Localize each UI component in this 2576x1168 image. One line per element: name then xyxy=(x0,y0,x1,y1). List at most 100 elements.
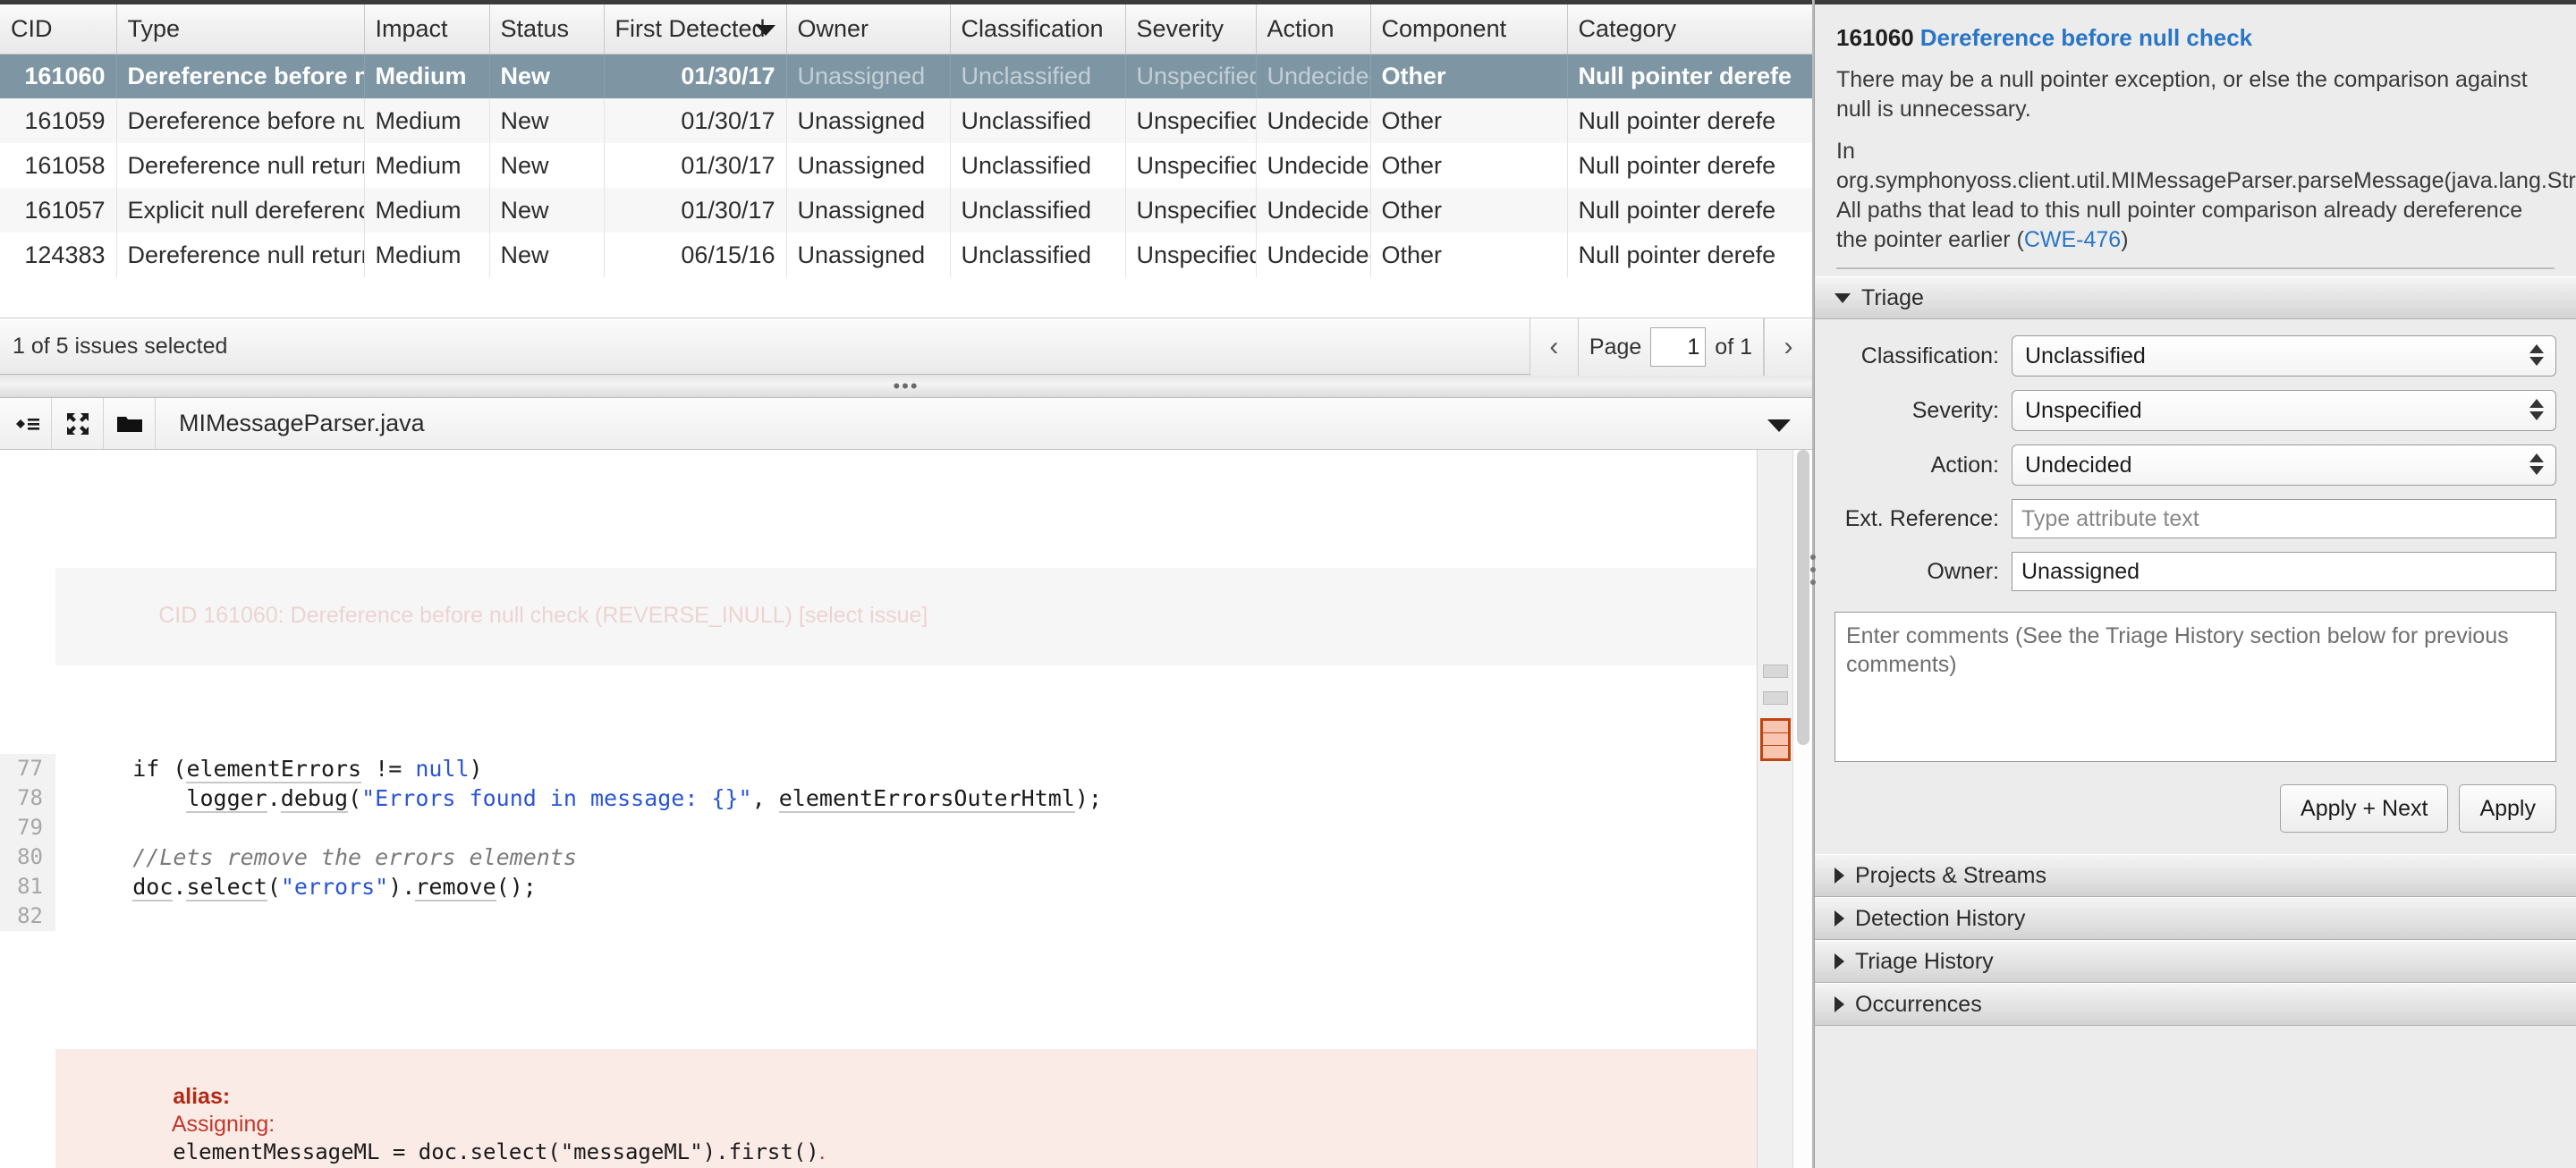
table-row[interactable]: 161060 Dereference before null Medium Ne… xyxy=(0,54,1812,98)
source-code-viewer[interactable]: CID 161060: Dereference before null chec… xyxy=(0,450,1812,1168)
field-control[interactable]: Unclassified xyxy=(2012,335,2556,377)
cell-status: New xyxy=(489,233,605,277)
section-label: Projects & Streams xyxy=(1855,862,2046,888)
panel-filler xyxy=(1815,1026,2576,1168)
cell-category: Null pointer derefe xyxy=(1567,143,1812,188)
splitter-grip-icon: ••• xyxy=(893,374,919,397)
line-number: 79 xyxy=(0,813,55,842)
apply-button[interactable]: Apply xyxy=(2459,784,2556,833)
table-row[interactable]: 161058 Dereference null return Medium Ne… xyxy=(0,143,1812,188)
section-header-projects-streams[interactable]: Projects & Streams xyxy=(1815,854,2576,897)
comments-textarea[interactable] xyxy=(1835,612,2556,762)
issues-table-container[interactable]: CID Type Impact Status First Detected Ow… xyxy=(0,4,1812,317)
field-control[interactable] xyxy=(2012,499,2556,538)
minimap-defect-marker-group[interactable] xyxy=(1760,718,1791,761)
pane-splitter[interactable]: ••• xyxy=(0,375,1812,398)
table-row[interactable]: 161059 Dereference before null Medium Ne… xyxy=(0,98,1812,143)
cell-type: Explicit null dereference xyxy=(116,188,365,233)
grip-dot-icon xyxy=(1810,567,1816,572)
cell-action: Undecided xyxy=(1256,143,1371,188)
event-tag: alias: xyxy=(173,1084,231,1109)
show-events-button[interactable] xyxy=(0,398,52,449)
field-control[interactable]: Undecided xyxy=(2012,444,2556,486)
column-header-label: Category xyxy=(1578,14,1677,42)
issues-table[interactable]: CID Type Impact Status First Detected Ow… xyxy=(0,4,1812,277)
section-header-triage-history[interactable]: Triage History xyxy=(1815,940,2576,983)
apply-next-button[interactable]: Apply + Next xyxy=(2280,784,2449,833)
column-header-status[interactable]: Status xyxy=(489,4,605,55)
cell-classification: Unclassified xyxy=(950,143,1126,188)
expand-editor-button[interactable] xyxy=(52,398,104,449)
defect-description-primary: There may be a null pointer exception, o… xyxy=(1836,67,2528,122)
code-scroll-region[interactable]: CID 161060: Dereference before null chec… xyxy=(0,450,1757,1168)
column-header-cid[interactable]: CID xyxy=(0,4,117,55)
column-header-owner[interactable]: Owner xyxy=(786,4,951,55)
cell-action: Undecided xyxy=(1256,98,1371,143)
field-control[interactable] xyxy=(2012,552,2556,591)
minimap-marker[interactable] xyxy=(1763,691,1788,705)
table-row[interactable]: 161057 Explicit null dereference Medium … xyxy=(0,188,1812,233)
section-label: Triage xyxy=(1861,284,1924,310)
owner-input[interactable] xyxy=(2012,552,2556,591)
next-page-button[interactable]: › xyxy=(1764,318,1812,376)
cell-impact: Medium xyxy=(364,188,490,233)
cell-cid: 161057 xyxy=(0,188,117,233)
column-header-action[interactable]: Action xyxy=(1256,4,1371,55)
field-control[interactable]: Unspecified xyxy=(2012,390,2556,431)
cell-severity: Unspecified xyxy=(1125,98,1257,143)
arrow-up-icon xyxy=(2529,399,2544,408)
code-minimap[interactable] xyxy=(1757,450,1792,1168)
scrollbar-thumb[interactable] xyxy=(1797,450,1809,745)
column-header-type[interactable]: Type xyxy=(116,4,365,55)
column-header-classification[interactable]: Classification xyxy=(950,4,1126,55)
classification-select[interactable]: Unclassified xyxy=(2012,335,2556,377)
column-header-label: Owner xyxy=(797,14,869,42)
line-number: 77 xyxy=(0,754,55,783)
cell-severity: Unspecified xyxy=(1125,233,1257,277)
defect-checker-name[interactable]: Dereference before null check xyxy=(1920,24,2252,51)
table-row[interactable]: 124383 Dereference null return Medium Ne… xyxy=(0,233,1812,277)
code-line: 79 xyxy=(0,813,1757,842)
code-line-text[interactable]: doc.select("errors").remove(); xyxy=(55,872,1757,901)
selection-count-label: 1 of 5 issues selected xyxy=(13,333,228,359)
column-header-first-detected[interactable]: First Detected xyxy=(604,4,787,55)
cell-component: Other xyxy=(1370,143,1568,188)
field-label: Owner: xyxy=(1927,558,1999,584)
action-value: Undecided xyxy=(2025,452,2132,478)
column-header-category[interactable]: Category xyxy=(1567,4,1812,55)
column-header-impact[interactable]: Impact xyxy=(364,4,490,55)
column-header-label: CID xyxy=(11,14,53,42)
cwe-link[interactable]: CWE-476 xyxy=(2024,227,2121,252)
classification-value: Unclassified xyxy=(2025,343,2146,368)
action-select[interactable]: Undecided xyxy=(2012,444,2556,486)
pagination-controls[interactable]: ‹ Page of 1 › xyxy=(1529,318,1812,376)
cell-action: Undecided xyxy=(1256,233,1371,277)
column-header-label: Classification xyxy=(961,14,1104,42)
editor-menu-chevron-down-icon[interactable] xyxy=(1767,419,1791,432)
section-header-triage[interactable]: Triage xyxy=(1815,276,2576,319)
previous-page-button[interactable]: ‹ xyxy=(1529,318,1578,376)
panel-resize-handle[interactable] xyxy=(1810,554,1818,585)
section-header-occurrences[interactable]: Occurrences xyxy=(1815,983,2576,1026)
minimap-defect-marker xyxy=(1763,733,1788,746)
section-header-detection-history[interactable]: Detection History xyxy=(1815,897,2576,940)
minimap-marker[interactable] xyxy=(1763,664,1788,678)
code-line-text[interactable]: if (elementErrors != null) xyxy=(55,754,1757,783)
open-file-button[interactable] xyxy=(104,398,156,449)
code-line-text[interactable] xyxy=(55,901,1757,931)
sort-descending-icon xyxy=(755,25,775,37)
code-line-text[interactable]: //Lets remove the errors elements xyxy=(55,842,1757,872)
code-vertical-scrollbar[interactable] xyxy=(1792,450,1812,1168)
code-line: 80 //Lets remove the errors elements xyxy=(0,842,1757,872)
page-total-label: of 1 xyxy=(1715,334,1752,360)
code-line-text[interactable] xyxy=(55,813,1757,842)
column-header-label: Severity xyxy=(1136,14,1224,42)
page-number-input[interactable] xyxy=(1650,327,1707,367)
code-line-text[interactable]: logger.debug("Errors found in message: {… xyxy=(55,783,1757,813)
ext-reference-input[interactable] xyxy=(2012,499,2556,538)
cell-impact: Medium xyxy=(364,98,490,143)
column-header-component[interactable]: Component xyxy=(1370,4,1568,55)
severity-select[interactable]: Unspecified xyxy=(2012,390,2556,431)
column-header-severity[interactable]: Severity xyxy=(1125,4,1257,55)
cell-classification: Unclassified xyxy=(950,188,1126,233)
